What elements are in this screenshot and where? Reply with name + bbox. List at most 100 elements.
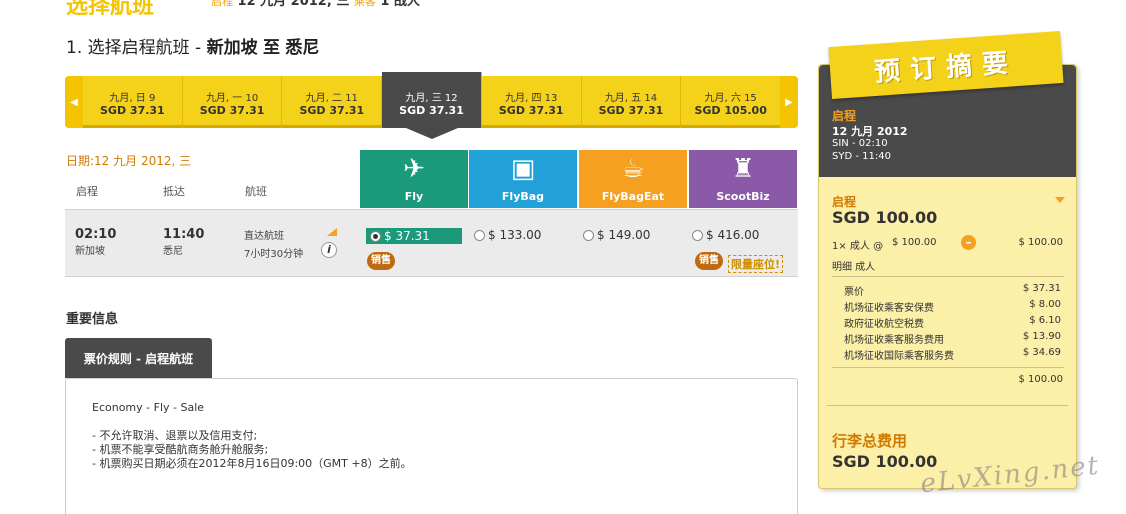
breakdown-label: 机场征收乘客服务费用: [844, 335, 944, 346]
luggage-icon: ▣: [510, 154, 536, 184]
flag-icon: [327, 228, 337, 236]
col-flight: 航班: [245, 185, 267, 198]
destination-city: 悉尼: [285, 38, 320, 58]
summary-outbound-label: 启程: [832, 109, 857, 123]
fare-type-fly[interactable]: ✈ Fly: [360, 150, 468, 208]
step-heading: 1. 选择启程航班 - 新加坡 至 悉尼: [66, 33, 319, 58]
breakdown-label: 机场征收乘客安保费: [844, 303, 934, 314]
date-cell-date: 九月, 六 15: [704, 93, 757, 104]
col-arrive: 抵达: [163, 185, 185, 198]
date-cell[interactable]: 九月, 日 9 SGD 37.31: [83, 76, 183, 128]
arrive-time: 11:40: [163, 227, 205, 242]
route-type: 直达航班: [244, 231, 284, 242]
breakdown-value: $ 8.00: [1029, 299, 1061, 310]
important-title: 重要信息: [66, 312, 119, 327]
summary-subtotal: $ 100.00: [1018, 374, 1063, 385]
depart-city: 新加坡: [75, 246, 105, 257]
fare-rules-box: Economy - Fly - Sale - 不允许取消、退票以及信用支付; -…: [65, 378, 798, 514]
top-header: 选择航班 启程 12 九月 2012, 三 乘客 1 战人: [66, 0, 486, 19]
origin-city: 新加坡: [206, 38, 258, 58]
fare-option-fly[interactable]: $ 37.31: [366, 228, 462, 244]
page-title: 选择航班: [66, 0, 155, 19]
date-cell-selected[interactable]: 九月, 三 12 SGD 37.31: [382, 72, 482, 139]
sale-badge: 销售: [695, 252, 723, 270]
breakdown-row: 机场征收国际乘客服务费 $ 34.69: [844, 347, 1061, 362]
booking-summary: 启程 12 九月 2012 SIN - 02:10 SYD - 11:40 启程…: [818, 64, 1077, 489]
fare-type-flybag[interactable]: ▣ FlyBag: [469, 150, 577, 208]
date-cell-price: SGD 37.31: [498, 104, 564, 117]
summary-divider: [827, 405, 1068, 406]
date-cell[interactable]: 九月, 五 14 SGD 37.31: [582, 76, 682, 128]
chevron-left-icon[interactable]: ◀: [65, 76, 83, 128]
radio-icon[interactable]: [583, 229, 594, 241]
breakdown-value: $ 13.90: [1022, 331, 1061, 342]
date-cell-date: 九月, 日 9: [109, 93, 156, 104]
breakdown-row: 政府征收航空税费 $ 6.10: [844, 315, 1061, 330]
fare-type-label: Fly: [404, 190, 424, 203]
price-breakdown: 票价 $ 37.31 机场征收乘客安保费 $ 8.00 政府征收航空税费 $ 6…: [832, 276, 1064, 368]
arrive-city: 悉尼: [163, 246, 183, 257]
breakdown-label: 政府征收航空税费: [844, 319, 924, 330]
date-cell-price: SGD 105.00: [694, 104, 767, 117]
date-cell-date: 九月, 四 13: [505, 93, 558, 104]
radio-icon[interactable]: [474, 229, 485, 241]
fare-type-label: FlyBagEat: [601, 190, 665, 203]
radio-icon[interactable]: [692, 229, 703, 241]
chevron-down-icon[interactable]: [1055, 197, 1065, 203]
route-to: 至: [262, 38, 280, 58]
breakdown-label: 票价: [844, 287, 864, 298]
airplane-icon: ✈: [403, 154, 425, 184]
fare-type-flybageat[interactable]: ☕ FlyBagEat: [579, 150, 687, 208]
seat-icon: ♜: [731, 154, 755, 184]
passenger-price: $ 100.00: [892, 237, 937, 248]
date-cell-price: SGD 37.31: [598, 104, 664, 117]
sale-badge: 销售: [367, 252, 395, 270]
fare-type-scootbiz[interactable]: ♜ ScootBiz: [689, 150, 797, 208]
radio-icon[interactable]: [370, 230, 381, 242]
summary-arrive: SYD - 11:40: [832, 151, 891, 162]
date-cell[interactable]: 九月, 四 13 SGD 37.31: [482, 76, 582, 128]
info-icon[interactable]: i: [321, 242, 337, 258]
date-cell[interactable]: 九月, 六 15 SGD 105.00: [681, 76, 780, 128]
depart-time: 02:10: [75, 227, 117, 242]
breakdown-value: $ 34.69: [1022, 347, 1061, 358]
fare-price: $ 416.00: [706, 228, 760, 242]
baggage-total-label: 行李总费用: [832, 432, 908, 450]
flight-row: 02:10 新加坡 11:40 悉尼 直达航班 7小时30分钟 i $ 37.3…: [65, 209, 798, 277]
meal-icon: ☕: [621, 154, 645, 184]
summary-depart: SIN - 02:10: [832, 138, 888, 149]
fare-class: Economy - Fly - Sale: [92, 401, 205, 414]
date-cell[interactable]: 九月, 二 11 SGD 37.31: [282, 76, 383, 128]
date-cell-date: 九月, 一 10: [205, 93, 259, 104]
passengers-value: 1 战人: [380, 0, 420, 9]
tab-fare-rules[interactable]: 票价规则 - 启程航班: [65, 338, 212, 378]
passenger-amount: $ 100.00: [1018, 237, 1063, 248]
fare-price: $ 149.00: [597, 228, 651, 242]
fare-type-label: ScootBiz: [716, 190, 770, 203]
fare-type-label: FlyBag: [501, 190, 545, 203]
breakdown-row: 机场征收乘客服务费用 $ 13.90: [844, 331, 1061, 346]
fare-rule-item: - 机票购买日期必须在2012年8月16日09:00（GMT +8）之前。: [92, 457, 412, 470]
breakdown-row: 票价 $ 37.31: [844, 283, 1061, 298]
fare-option-flybageat[interactable]: $ 149.00: [583, 228, 650, 242]
breakdown-value: $ 37.31: [1022, 283, 1061, 294]
step-label: 1. 选择启程航班 -: [66, 38, 202, 58]
fare-price: $ 37.31: [384, 229, 430, 243]
date-cell-price: SGD 37.31: [100, 104, 165, 117]
remove-passenger-icon[interactable]: –: [961, 235, 976, 250]
breakdown-row: 机场征收乘客安保费 $ 8.00: [844, 299, 1061, 314]
fare-option-scootbiz[interactable]: $ 416.00: [692, 228, 759, 242]
breakdown-label: 机场征收国际乘客服务费: [844, 351, 954, 362]
fare-option-flybag[interactable]: $ 133.00: [474, 228, 541, 242]
outbound-value: 12 九月 2012, 三: [237, 0, 350, 9]
passengers-label: 乘客: [353, 0, 376, 8]
chevron-right-icon[interactable]: ▶: [780, 76, 798, 128]
breakdown-value: $ 6.10: [1029, 315, 1061, 326]
fare-rules-list: - 不允许取消、退票以及信用支付; - 机票不能享受酷航商务舱升舱服务; - 机…: [92, 429, 412, 471]
date-cell[interactable]: 九月, 一 10 SGD 37.31: [183, 76, 283, 128]
flight-duration: 7小时30分钟: [244, 249, 304, 260]
col-depart: 启程: [76, 185, 98, 198]
passenger-label: 1× 成人 @: [832, 241, 884, 252]
date-cell-price: SGD 37.31: [299, 104, 365, 117]
fare-rule-item: - 不允许取消、退票以及信用支付;: [92, 429, 258, 442]
